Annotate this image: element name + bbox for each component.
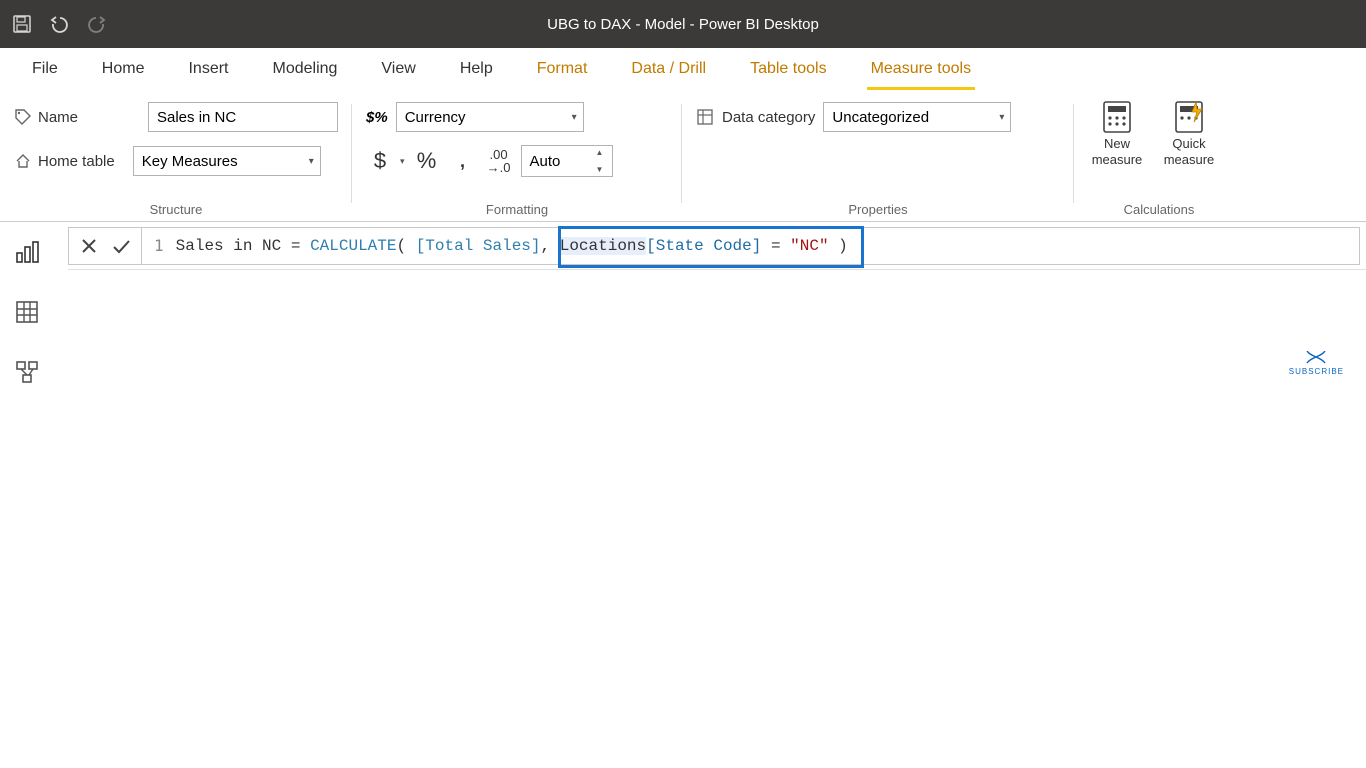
tab-view[interactable]: View (359, 48, 437, 90)
report-view-button[interactable] (9, 234, 45, 270)
tab-data-drill[interactable]: Data / Drill (609, 48, 728, 90)
tab-measure-tools[interactable]: Measure tools (849, 48, 994, 90)
name-label: Name (14, 108, 78, 126)
tab-modeling[interactable]: Modeling (250, 48, 359, 90)
formula-bar: 1 Sales in NC = CALCULATE( [Total Sales]… (68, 222, 1366, 270)
formula-input[interactable]: 1 Sales in NC = CALCULATE( [Total Sales]… (142, 227, 1360, 265)
format-prefix-icon: $% (366, 109, 388, 126)
model-view-icon (14, 359, 40, 385)
tab-home[interactable]: Home (80, 48, 167, 90)
check-icon (111, 237, 131, 255)
tab-table-tools[interactable]: Table tools (728, 48, 849, 90)
redo-icon[interactable] (86, 14, 108, 34)
tab-insert[interactable]: Insert (166, 48, 250, 90)
tab-format[interactable]: Format (515, 48, 610, 90)
format-dropdown[interactable]: Currency ▾ (396, 102, 584, 132)
data-view-button[interactable] (9, 294, 45, 330)
line-number: 1 (154, 236, 164, 255)
title-bar: UBG to DAX - Model - Power BI Desktop (0, 0, 1366, 48)
tag-icon (14, 108, 32, 126)
home-table-label: Home table (14, 152, 115, 170)
thousands-separator-button[interactable]: , (449, 145, 477, 177)
chevron-down-icon: ▾ (999, 112, 1004, 123)
group-label-formatting: Formatting (352, 202, 682, 217)
data-view-icon (14, 299, 40, 325)
dna-icon (1305, 351, 1327, 365)
currency-format-button[interactable]: $ (366, 145, 394, 177)
chevron-down-icon: ▾ (572, 112, 577, 123)
category-icon (696, 108, 714, 126)
ribbon: Name Home table Key Measures ▾ Structure (0, 90, 1366, 222)
new-measure-button[interactable]: New measure (1088, 100, 1146, 169)
decimal-format-button[interactable]: .00→.0 (485, 145, 513, 177)
quick-measure-button[interactable]: Quick measure (1160, 100, 1218, 169)
cancel-formula-button[interactable] (75, 232, 103, 260)
decimal-places-input[interactable]: Auto ▲▼ (521, 145, 613, 177)
view-rail (0, 222, 54, 390)
undo-icon[interactable] (48, 14, 70, 34)
home-icon (14, 152, 32, 170)
chevron-down-icon: ▾ (309, 156, 314, 167)
tab-file[interactable]: File (10, 48, 80, 90)
report-canvas[interactable]: Product Name Total Sales Sales in NC Pro… (54, 270, 1366, 390)
close-icon (80, 237, 98, 255)
data-category-dropdown[interactable]: Uncategorized ▾ (823, 102, 1011, 132)
group-label-properties: Properties (682, 202, 1074, 217)
chevron-down-icon: ▾ (400, 156, 405, 167)
data-category-label: Data category (722, 109, 815, 126)
report-view-icon (14, 239, 40, 265)
measure-name-input[interactable] (148, 102, 338, 132)
subscribe-badge: SUBSCRIBE (1289, 351, 1344, 376)
window-title: UBG to DAX - Model - Power BI Desktop (0, 16, 1366, 33)
home-table-dropdown[interactable]: Key Measures ▾ (133, 146, 321, 176)
quick-measure-icon (1172, 100, 1206, 134)
tab-help[interactable]: Help (438, 48, 515, 90)
group-label-calculations: Calculations (1074, 202, 1244, 217)
stepper-icon[interactable]: ▲▼ (596, 148, 610, 174)
percent-format-button[interactable]: % (413, 145, 441, 177)
calculator-icon (1100, 100, 1134, 134)
group-label-structure: Structure (0, 202, 352, 217)
ribbon-tabs: File Home Insert Modeling View Help Form… (0, 48, 1366, 90)
save-icon[interactable] (12, 14, 32, 34)
model-view-button[interactable] (9, 354, 45, 390)
commit-formula-button[interactable] (107, 232, 135, 260)
